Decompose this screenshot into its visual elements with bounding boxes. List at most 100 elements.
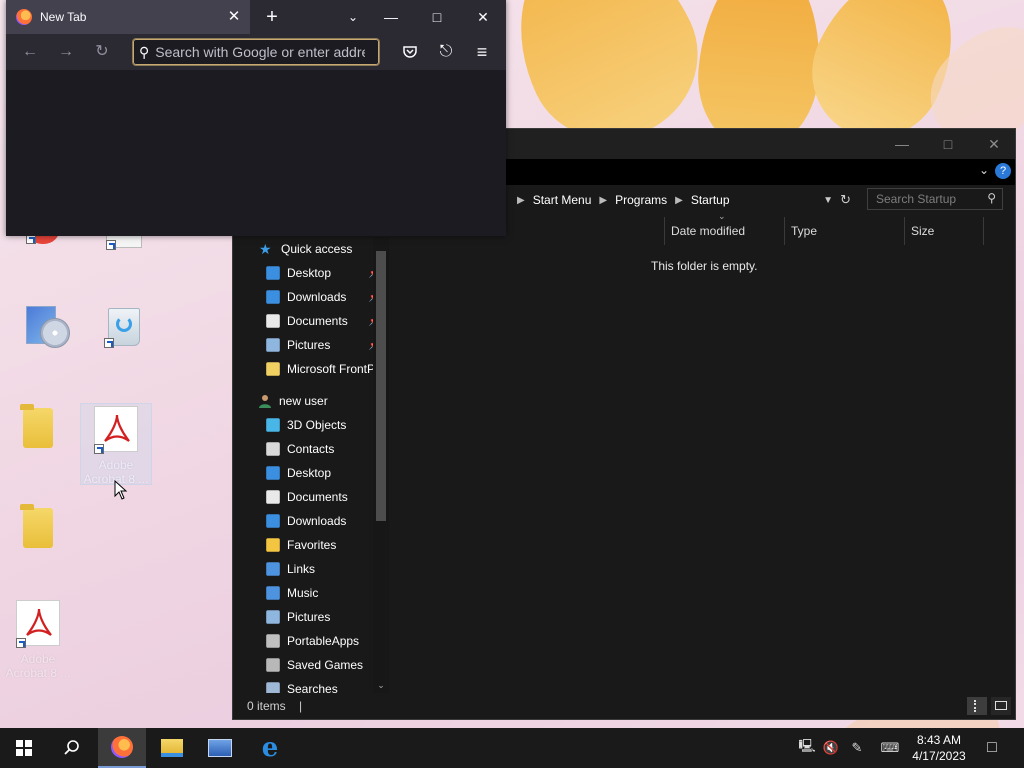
keyboard-icon[interactable]: ⌨ bbox=[876, 728, 904, 768]
nav-item-label: Music bbox=[287, 586, 319, 600]
network-icon[interactable]: 🖳 bbox=[796, 728, 818, 768]
item-count: 0 items bbox=[247, 699, 286, 713]
scroll-down-icon[interactable]: ⌄ bbox=[373, 680, 389, 691]
desktop-icon-folder[interactable] bbox=[2, 504, 74, 560]
clock-date: 4/17/2023 bbox=[912, 749, 966, 763]
start-button[interactable] bbox=[0, 728, 48, 768]
mouse-cursor-icon bbox=[114, 480, 128, 500]
notifications-icon[interactable]: □ bbox=[980, 728, 1004, 768]
nav-item-documents[interactable]: Documents📌 bbox=[233, 309, 388, 333]
nav-item-label: Desktop bbox=[287, 266, 332, 280]
search-button[interactable] bbox=[48, 728, 96, 768]
desktop-icon-acrobat[interactable]: Adobe Acrobat 8 ... bbox=[2, 600, 74, 680]
large-icons-view-button[interactable] bbox=[991, 697, 1011, 715]
minimize-button[interactable]: — bbox=[368, 0, 414, 34]
desktop-icon-recycle-bin[interactable] bbox=[80, 302, 152, 354]
breadcrumb-item-programs[interactable]: Programs bbox=[615, 193, 667, 207]
column-size[interactable]: Size bbox=[904, 217, 984, 245]
desktop-icon bbox=[266, 266, 280, 280]
nav-item-pictures[interactable]: Pictures📌 bbox=[233, 333, 388, 357]
breadcrumb-item-start-menu[interactable]: Start Menu bbox=[533, 193, 592, 207]
acrobat-icon bbox=[92, 406, 140, 454]
taskbar-remote-desktop[interactable] bbox=[196, 728, 244, 768]
column-date-modified[interactable]: Date modified bbox=[664, 217, 784, 245]
computer-icon bbox=[208, 739, 232, 757]
clock-time: 8:43 AM bbox=[916, 733, 962, 747]
close-button[interactable]: ✕ bbox=[460, 0, 506, 34]
column-type[interactable]: Type bbox=[784, 217, 904, 245]
status-divider: | bbox=[299, 699, 303, 713]
desktop-icon-label: Adobe Acrobat 8 ... bbox=[5, 652, 71, 680]
star-icon: ★ bbox=[259, 241, 272, 257]
nav-item-downloads[interactable]: Downloads📌 bbox=[233, 285, 388, 309]
nav-user-folder[interactable]: new user bbox=[233, 389, 388, 413]
scrollbar-thumb[interactable] bbox=[376, 251, 386, 521]
navigation-pane[interactable]: ★ Quick access Desktop📌Downloads📌Documen… bbox=[233, 237, 388, 693]
pen-icon[interactable]: ✎ bbox=[846, 728, 868, 768]
nav-item-searches[interactable]: Searches bbox=[233, 677, 388, 693]
nav-item-music[interactable]: Music bbox=[233, 581, 388, 605]
nav-item-documents[interactable]: Documents bbox=[233, 485, 388, 509]
nav-quick-access[interactable]: ★ Quick access bbox=[233, 237, 388, 261]
forward-icon[interactable]: → bbox=[48, 34, 84, 70]
maximize-button[interactable]: □ bbox=[925, 129, 971, 159]
nav-item-portableapps[interactable]: PortableApps bbox=[233, 629, 388, 653]
extensions-icon[interactable]: ⎋ bbox=[428, 34, 464, 70]
clock[interactable]: 8:43 AM 4/17/2023 bbox=[906, 732, 972, 764]
taskbar-internet-explorer[interactable]: e bbox=[246, 728, 294, 768]
desktop-icon-acrobat[interactable]: Adobe Acrobat 8 ... bbox=[80, 403, 152, 486]
nav-item-microsoft-frontp[interactable]: Microsoft FrontP bbox=[233, 357, 388, 381]
tab-close-icon[interactable]: ✕ bbox=[226, 9, 242, 25]
nav-item-label: Contacts bbox=[287, 442, 335, 456]
nav-item-contacts[interactable]: Contacts bbox=[233, 437, 388, 461]
firefox-icon bbox=[111, 736, 133, 758]
close-button[interactable]: ✕ bbox=[971, 129, 1017, 159]
nav-item-favorites[interactable]: Favorites bbox=[233, 533, 388, 557]
nav-item-label: Saved Games bbox=[287, 658, 364, 672]
nav-item-label: Downloads bbox=[287, 514, 347, 528]
details-view-button[interactable] bbox=[967, 697, 987, 715]
refresh-icon[interactable]: ↻ bbox=[840, 192, 851, 208]
help-icon[interactable]: ? bbox=[995, 163, 1011, 179]
taskbar-file-explorer[interactable] bbox=[148, 728, 196, 768]
ribbon-expand-icon[interactable]: ⌄ bbox=[979, 163, 989, 177]
minimize-button[interactable]: — bbox=[879, 129, 925, 159]
url-bar[interactable]: ⚲ bbox=[132, 38, 380, 66]
pocket-icon[interactable] bbox=[392, 34, 428, 70]
taskbar-firefox[interactable] bbox=[98, 728, 146, 768]
desktop-icon-setup[interactable] bbox=[2, 302, 74, 354]
tab-new-tab[interactable]: New Tab ✕ bbox=[6, 0, 250, 34]
breadcrumb[interactable]: ▶ Start Menu ▶ Programs ▶ Startup ▼ ↻ bbox=[509, 189, 855, 211]
breadcrumb-item-startup[interactable]: Startup bbox=[691, 193, 730, 207]
reload-icon[interactable]: ↻ bbox=[84, 34, 120, 70]
links-icon bbox=[266, 562, 280, 576]
explorer-search-input[interactable] bbox=[876, 192, 976, 206]
nav-item-pictures[interactable]: Pictures bbox=[233, 605, 388, 629]
nav-item-desktop[interactable]: Desktop bbox=[233, 461, 388, 485]
shortcut-arrow-icon bbox=[94, 444, 104, 454]
address-dropdown-icon[interactable]: ▼ bbox=[823, 195, 833, 206]
firefox-window[interactable]: New Tab ✕ + ⌄ — □ ✕ ← → ↻ ⚲ ⎋ ≡ bbox=[6, 0, 506, 236]
nav-item-desktop[interactable]: Desktop📌 bbox=[233, 261, 388, 285]
pictures-icon bbox=[266, 338, 280, 352]
nav-scrollbar[interactable]: ⌄ bbox=[373, 237, 389, 693]
maximize-button[interactable]: □ bbox=[414, 0, 460, 34]
tab-strip: New Tab ✕ + ⌄ — □ ✕ bbox=[6, 0, 506, 34]
nav-item-3d-objects[interactable]: 3D Objects bbox=[233, 413, 388, 437]
url-input[interactable] bbox=[155, 44, 366, 60]
nav-item-label: Links bbox=[287, 562, 316, 576]
breadcrumb-separator-icon: ▶ bbox=[675, 194, 683, 206]
nav-item-label: new user bbox=[279, 394, 328, 408]
explorer-search-box[interactable]: ⚲ bbox=[867, 188, 1003, 210]
portableapps-icon bbox=[266, 634, 280, 648]
menu-icon[interactable]: ≡ bbox=[464, 34, 500, 70]
new-tab-page[interactable] bbox=[6, 70, 506, 236]
back-icon[interactable]: ← bbox=[12, 34, 48, 70]
acrobat-icon bbox=[14, 600, 62, 648]
nav-item-saved-games[interactable]: Saved Games bbox=[233, 653, 388, 677]
desktop-icon-folder[interactable] bbox=[2, 404, 74, 460]
volume-muted-icon[interactable]: 🔇 bbox=[820, 728, 842, 768]
new-tab-button[interactable]: + bbox=[256, 6, 288, 29]
nav-item-downloads[interactable]: Downloads bbox=[233, 509, 388, 533]
nav-item-links[interactable]: Links bbox=[233, 557, 388, 581]
